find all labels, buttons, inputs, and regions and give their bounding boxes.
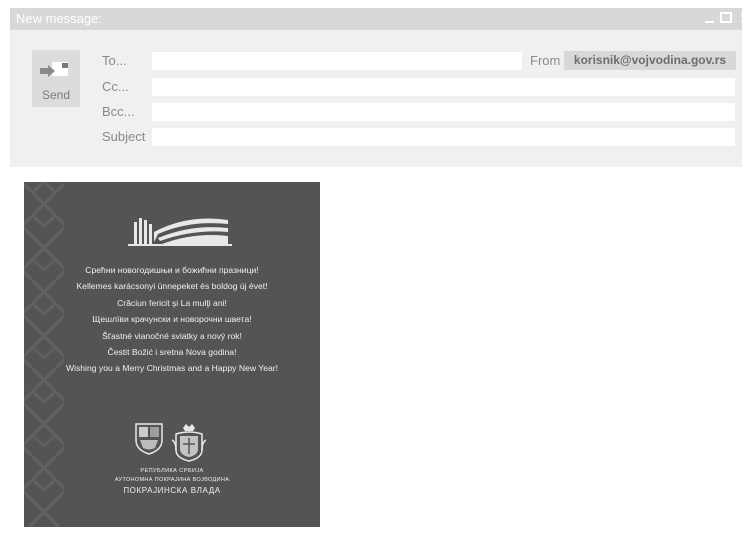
cc-field[interactable]: [152, 78, 735, 96]
greeting-line: Срећни новогодишњи и божићни празници!: [85, 265, 259, 275]
send-label: Send: [41, 88, 71, 102]
greeting-line: Crăciun fericit şi La mulţi ani!: [117, 297, 227, 308]
org-line-province: АУТОНОМНА ПОКРАЈИНА ВОЈВОДИНА: [114, 477, 230, 483]
subject-label: Subject: [102, 129, 146, 144]
window-controls: [704, 12, 742, 24]
serbia-coat-of-arms-icon: [172, 424, 206, 462]
window-titlebar: New message:: [10, 8, 742, 30]
from-label: From: [530, 53, 561, 68]
window-title: New message:: [16, 11, 102, 26]
from-account[interactable]: korisnik@vojvodina.gov.rs: [564, 51, 736, 70]
send-icon: [40, 62, 68, 77]
greeting-lines: Срећни новогодишњи и божићни празници! K…: [24, 262, 320, 377]
assembly-building-logo: [128, 218, 232, 246]
send-button[interactable]: Send: [32, 50, 80, 107]
cc-label: Cc...: [102, 79, 129, 94]
close-icon[interactable]: [736, 12, 742, 24]
bcc-field[interactable]: [152, 103, 735, 121]
bcc-label: Bcc...: [102, 104, 135, 119]
org-line-government: ПОКРАЈИНСКА ВЛАДА: [123, 486, 221, 495]
minimize-icon[interactable]: [704, 12, 716, 24]
greeting-line: Wishing you a Merry Christmas and a Happ…: [65, 363, 279, 374]
greeting-card-image: Срећни новогодишњи и божићни празници! K…: [24, 182, 320, 527]
subject-field[interactable]: [152, 128, 735, 146]
to-field[interactable]: [152, 52, 522, 70]
vojvodina-coat-of-arms-icon: [135, 423, 163, 455]
org-line-republic: РЕПУБЛИКА СРБИЈА: [140, 468, 204, 474]
to-label: To...: [102, 53, 127, 68]
maximize-icon[interactable]: [720, 12, 732, 23]
compose-header: Send To... From korisnik@vojvodina.gov.r…: [10, 30, 742, 167]
greeting-line: Щешлїви крачунски и новорочни швета!: [92, 314, 252, 325]
greeting-line: Šťastné vianočné sviatky a nový rok!: [102, 330, 242, 341]
greeting-line: Čestit Božić i sretna Nova godina!: [107, 346, 237, 357]
greeting-line: Kellemes karácsonyi ünnepeket és boldog …: [76, 281, 268, 292]
